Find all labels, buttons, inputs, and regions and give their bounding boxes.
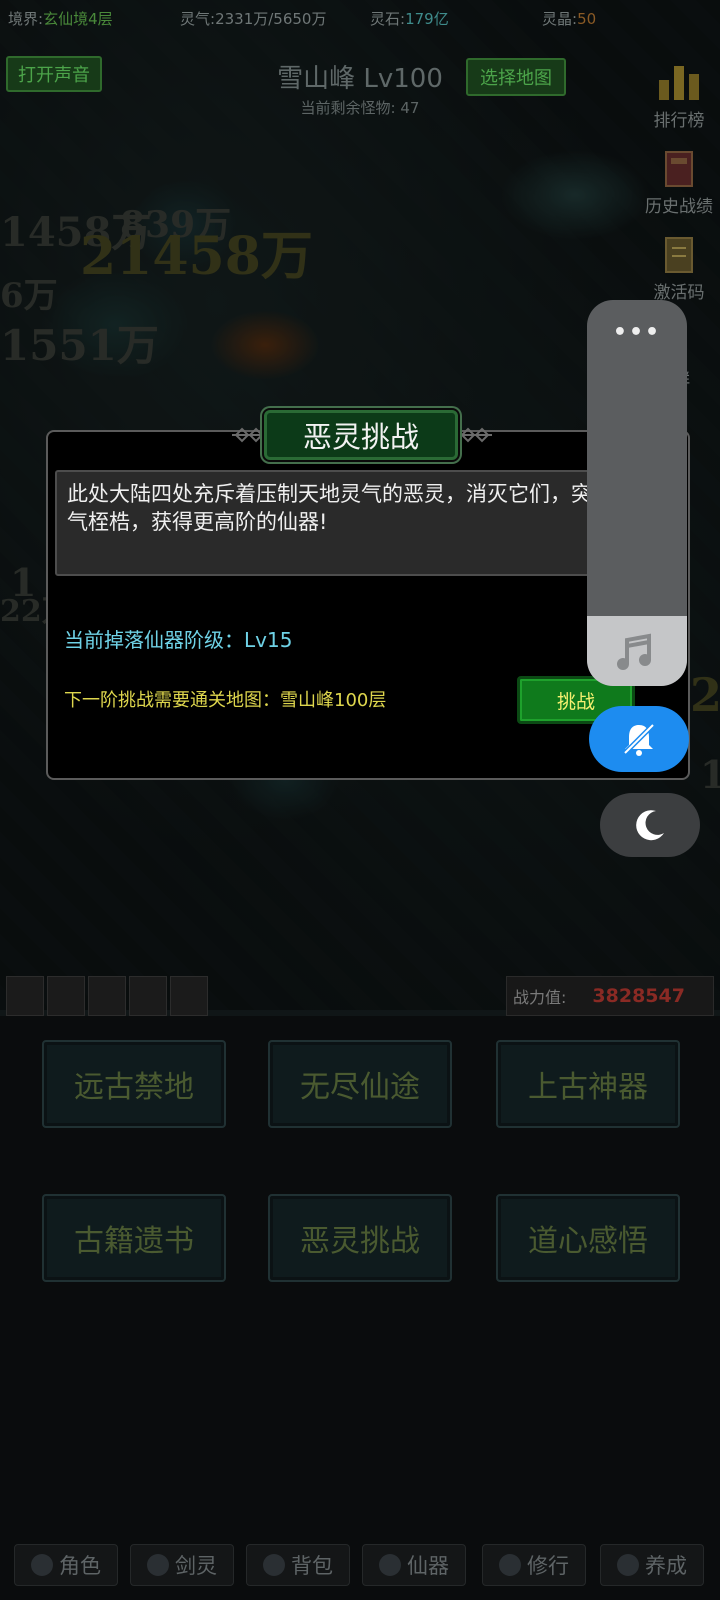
select-map-button[interactable]: 选择地图 [466,58,566,96]
ranking-button[interactable]: 排行榜 [634,54,720,131]
bell-off-icon [623,723,655,756]
spirit-stone-value: 179亿 [405,10,449,28]
ranking-icon [659,66,699,100]
tab-artifact[interactable]: 仙器 [362,1544,466,1586]
combat-power-label: 战力值: [513,988,567,1007]
skill-slot[interactable] [47,976,85,1016]
volume-slider[interactable]: ••• [587,300,687,686]
cultivation-icon [499,1554,521,1576]
mute-toggle-button[interactable] [589,706,689,772]
nurture-icon [617,1554,639,1576]
map-title: 雪山峰 Lv100 [277,64,443,94]
ranking-label: 排行榜 [653,111,705,131]
skill-slot[interactable] [129,976,167,1016]
spirit-stone-stat: 灵石:179亿 [370,8,449,29]
tab-character[interactable]: 角色 [14,1544,118,1586]
remaining-monsters: 当前剩余怪物: 47 [300,99,420,117]
bottom-tab-bar: 角色 剑灵 背包 仙器 修行 养成 [0,1544,720,1590]
tab-cultivation[interactable]: 修行 [482,1544,586,1586]
combat-power: 战力值: 3828547 [506,976,714,1016]
tab-label: 背包 [291,1554,333,1578]
evil-spirit-challenge-button[interactable]: 恶灵挑战 [268,1194,452,1282]
next-requirement-text: 下一阶挑战需要通关地图：雪山峰100层 [64,690,387,711]
qi-value: 2331万/5650万 [215,10,327,28]
backpack-icon [263,1554,285,1576]
drop-level-text: 当前掉落仙器阶级：Lv15 [64,628,293,652]
spirit-crystal-label: 灵晶: [542,10,578,28]
qi-stat: 灵气:2331万/5650万 [180,8,326,29]
tab-backpack[interactable]: 背包 [246,1544,350,1586]
tab-label: 角色 [59,1554,101,1578]
moon-icon [636,810,664,841]
dialog-title: 恶灵挑战 [264,410,458,460]
history-book-icon [665,151,693,187]
qi-label: 灵气: [180,10,216,28]
realm-stat: 境界:玄仙境4层 [8,8,113,29]
tab-sword-spirit[interactable]: 剑灵 [130,1544,234,1586]
tab-label: 养成 [645,1554,687,1578]
history-label: 历史战绩 [645,197,713,217]
artifact-icon [379,1554,401,1576]
realm-label: 境界: [8,10,44,28]
activation-code-button[interactable]: 激活码 [634,236,720,303]
scroll-icon [665,237,693,273]
ancient-forbidden-land-button[interactable]: 远古禁地 [42,1040,226,1128]
sound-toggle-button[interactable]: 打开声音 [6,56,102,92]
endless-path-button[interactable]: 无尽仙途 [268,1040,452,1128]
tab-nurture[interactable]: 养成 [600,1544,704,1586]
skill-slot[interactable] [170,976,208,1016]
character-icon [31,1554,53,1576]
dao-insight-button[interactable]: 道心感悟 [496,1194,680,1282]
spirit-crystal-value: 50 [577,10,597,28]
ancient-artifact-button[interactable]: 上古神器 [496,1040,680,1128]
status-bar: 境界:玄仙境4层 灵气:2331万/5650万 灵石:179亿 灵晶:50 [0,0,720,34]
spirit-stone-label: 灵石: [370,10,406,28]
tab-label: 仙器 [407,1554,449,1578]
game-screen: 1458万 839万 21458万 6万 1551万 1 22万 2 1 境界:… [0,0,720,1600]
more-options-icon[interactable]: ••• [587,320,687,345]
title-ornament-right [458,427,492,443]
skill-slot[interactable] [88,976,126,1016]
history-button[interactable]: 历史战绩 [634,150,720,217]
tab-label: 修行 [527,1554,569,1578]
combat-power-value: 3828547 [592,985,685,1007]
ancient-books-button[interactable]: 古籍遗书 [42,1194,226,1282]
spirit-crystal-stat: 灵晶:50 [542,8,596,29]
skill-strip [6,976,208,1016]
volume-level-fill [587,616,687,686]
night-mode-button[interactable] [600,793,700,857]
dialog-description: 此处大陆四处充斥着压制天地灵气的恶灵，消灭它们，突破灵气桎梏，获得更高阶的仙器! [55,470,655,576]
music-note-icon [617,633,651,670]
skill-slot[interactable] [6,976,44,1016]
sword-spirit-icon [147,1554,169,1576]
realm-value: 玄仙境4层 [43,10,113,28]
tab-label: 剑灵 [175,1554,217,1578]
